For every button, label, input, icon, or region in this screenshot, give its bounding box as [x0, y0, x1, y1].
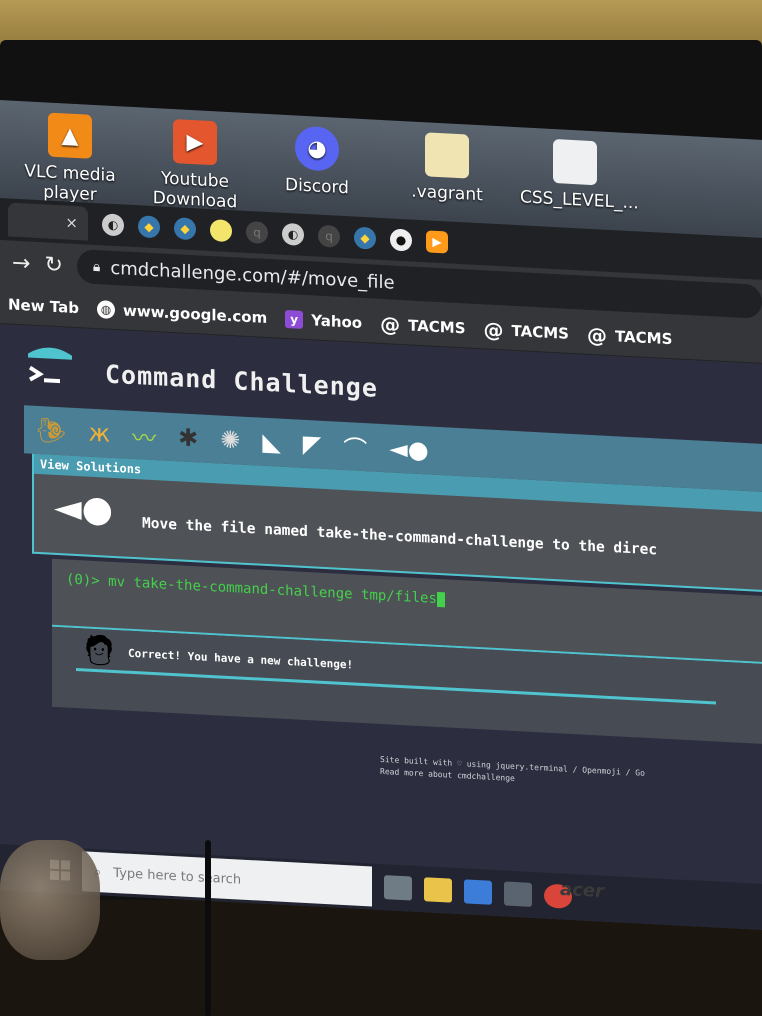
- python-tab-icon[interactable]: ◆: [138, 215, 160, 239]
- bookmark-label: Yahoo: [311, 310, 363, 332]
- python-tab-icon[interactable]: ◆: [354, 226, 376, 250]
- close-icon[interactable]: ×: [65, 213, 78, 232]
- mail-icon[interactable]: [464, 879, 492, 905]
- desktop-icon-youtube-download[interactable]: ▶ Youtube Download: [140, 117, 250, 213]
- butterfly-icon[interactable]: ж: [88, 419, 110, 448]
- desktop-icon-label: Discord: [285, 174, 349, 199]
- snail-icon[interactable]: 🐌︎: [36, 416, 66, 446]
- web-icon[interactable]: ✺: [220, 426, 240, 455]
- bookmark-label: TACMS: [614, 326, 673, 348]
- fish-icon[interactable]: ◄●: [389, 434, 428, 464]
- at-icon: @: [483, 316, 504, 342]
- yahoo-icon: y: [285, 309, 304, 329]
- windows-taskbar: ⌕ Type here to search: [0, 844, 762, 930]
- globe-icon: ◍: [96, 299, 115, 319]
- file-icon: [553, 138, 597, 186]
- at-icon: @: [380, 311, 401, 337]
- terminal-cursor: [436, 591, 445, 607]
- desktop-icon-discord[interactable]: ◕ Discord: [262, 124, 372, 200]
- bookmark-tacms[interactable]: @ TACMS: [484, 317, 569, 345]
- python-tab-icon[interactable]: ◆: [174, 217, 196, 241]
- monitor-cable: [205, 840, 211, 1016]
- result-message: Correct! You have a new challenge!: [128, 646, 354, 672]
- chrome-tab-icon[interactable]: ◐: [102, 213, 124, 237]
- file-explorer-icon[interactable]: [424, 877, 452, 903]
- file-icon: [425, 132, 469, 179]
- discord-icon: ◕: [295, 125, 339, 172]
- result-divider: [76, 667, 716, 705]
- chrome-tab-icon[interactable]: ◐: [282, 222, 304, 246]
- vlc-cone-icon: ▲: [48, 112, 92, 159]
- monitor-screen: ▲ VLC media player ▶ Youtube Download ◕ …: [0, 100, 762, 930]
- bookmark-label: www.google.com: [122, 300, 268, 327]
- desktop-icon-vagrant[interactable]: .vagrant: [392, 131, 502, 207]
- youtube-downloader-icon: ▶: [173, 119, 217, 166]
- youtube-tab-icon[interactable]: ▶: [426, 230, 448, 254]
- search-placeholder: Type here to search: [113, 865, 242, 888]
- forward-arrow-icon[interactable]: →: [12, 250, 30, 276]
- whale-icon[interactable]: ◣: [262, 428, 280, 457]
- reload-icon[interactable]: ↻: [44, 252, 62, 278]
- plastic-bag: [0, 840, 100, 960]
- bookmark-label: New Tab: [8, 294, 79, 317]
- fish-icon: ◄●: [54, 486, 114, 531]
- desktop-icon-label: VLC media player: [24, 161, 116, 206]
- bookmark-label: TACMS: [408, 315, 466, 337]
- taskview-icon[interactable]: [384, 875, 412, 901]
- dolphin-icon[interactable]: ⌒: [343, 428, 367, 464]
- bookmark-tacms[interactable]: @ TACMS: [587, 322, 672, 350]
- active-tab[interactable]: ×: [8, 202, 88, 241]
- terminal-logo-icon: [28, 347, 72, 384]
- terminal-command: mv take-the-command-challenge tmp/files: [108, 573, 437, 607]
- bookmark-label: TACMS: [511, 321, 569, 343]
- github-tab-icon[interactable]: ●: [390, 228, 412, 252]
- store-icon[interactable]: [504, 881, 532, 907]
- desktop-icon-css-level[interactable]: CSS_LEVEL_...: [520, 137, 639, 213]
- desktop-icon-label: .vagrant: [411, 181, 483, 206]
- bookmark-new-tab[interactable]: New Tab: [8, 295, 79, 317]
- bookmark-yahoo[interactable]: y Yahoo: [285, 309, 362, 331]
- caterpillar-icon[interactable]: 〰: [132, 417, 156, 453]
- bookmark-google[interactable]: ◍ www.google.com: [96, 299, 268, 327]
- yellow-dot-tab-icon[interactable]: [210, 219, 232, 243]
- site-footer: Site built with ♡ using jquery.terminal …: [380, 754, 760, 798]
- qix-tab-icon[interactable]: q: [318, 224, 340, 248]
- cmdchallenge-page: Command Challenge 🐌︎ ж 〰 ✱ ✺ ◣ ◤ ⌒ ◄● Vi…: [0, 324, 762, 930]
- desktop-icon-vlc[interactable]: ▲ VLC media player: [15, 111, 125, 207]
- page-title: Command Challenge: [105, 359, 378, 403]
- terminal-prompt: (0)>: [66, 571, 100, 590]
- qix-tab-icon[interactable]: q: [246, 220, 268, 245]
- desktop-icon-label: CSS_LEVEL_...: [520, 187, 639, 214]
- lock-icon: 🔒︎: [92, 258, 101, 276]
- hacker-avatar-icon: 🧑︎: [80, 632, 119, 670]
- ant-icon[interactable]: ✱: [178, 423, 198, 452]
- terminal-line: (0)> mv take-the-command-challenge tmp/f…: [66, 571, 445, 607]
- monitor-brand-logo: acer: [560, 878, 604, 903]
- url-text: cmdchallenge.com/#/move_file: [110, 257, 395, 294]
- at-icon: @: [586, 322, 607, 348]
- shark-icon[interactable]: ◤: [303, 430, 321, 459]
- challenge-description: Move the file named take-the-command-cha…: [142, 515, 658, 559]
- bookmark-tacms[interactable]: @ TACMS: [380, 311, 465, 339]
